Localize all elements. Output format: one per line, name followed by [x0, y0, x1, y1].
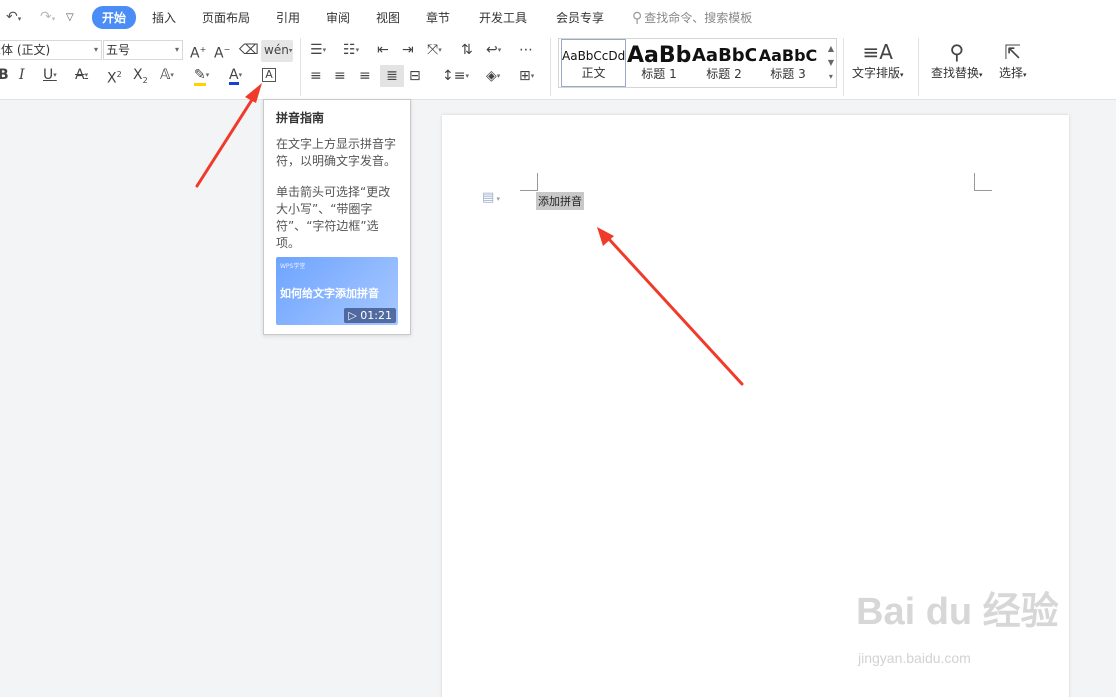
superscript-icon[interactable]: X2: [107, 67, 122, 87]
cursor-icon: ⇱: [1004, 40, 1022, 64]
chevron-down-icon: ▾: [174, 45, 179, 54]
subscript-icon[interactable]: X2: [133, 67, 148, 89]
baidu-jingyan-watermark: Bai du 经验: [856, 591, 1059, 633]
tab-review[interactable]: 审阅: [326, 9, 350, 26]
tutorial-video-thumbnail[interactable]: WPS学堂 如何给文字添加拼音 ▷ 01:21: [276, 257, 398, 325]
style-name: 正文: [581, 66, 606, 80]
pinyin-guide-tooltip: 拼音指南 在文字上方显示拼音字符，以明确文字发音。 单击箭头可选择“更改大小写”…: [263, 99, 411, 335]
text-layout-button[interactable]: ≡A 文字排版▾: [852, 40, 904, 81]
menu-bar: ↶▾ ↷▾ ▽ 开始 插入 页面布局 引用 审阅 视图 章节 开发工具 会员专享…: [0, 0, 1116, 34]
chinese-layout-icon[interactable]: ⤧▾: [427, 42, 442, 58]
underline-icon[interactable]: U▾: [43, 67, 57, 83]
sort-icon[interactable]: ⇅: [461, 42, 473, 58]
margin-corner-mark: [520, 173, 538, 191]
styles-scroll[interactable]: ▲ ▼ ▾: [828, 42, 834, 84]
strikethrough-icon[interactable]: A▾: [75, 67, 88, 83]
command-search[interactable]: ⚲ 查找命令、搜索模板: [632, 9, 752, 26]
grow-font-icon[interactable]: A+: [190, 42, 206, 62]
search-icon: ⚲: [632, 10, 643, 26]
video-brand: WPS学堂: [280, 263, 306, 270]
align-right-icon[interactable]: ≡: [359, 68, 371, 84]
tooltip-description: 单击箭头可选择“更改大小写”、“带圈字符”、“字符边框”选项。: [276, 185, 391, 250]
tab-view[interactable]: 视图: [376, 9, 400, 26]
pinyin-guide-icon: wén: [264, 43, 289, 57]
tab-stops-icon[interactable]: ⋯: [519, 42, 533, 58]
tab-sections[interactable]: 章节: [426, 9, 450, 26]
chevron-up-icon[interactable]: ▲: [828, 44, 834, 53]
font-size-value: 五号: [106, 43, 131, 57]
increase-indent-icon[interactable]: ⇥: [402, 42, 414, 58]
font-name-value: 宋体 (正文): [0, 43, 51, 57]
chevron-down-icon: ▾: [93, 45, 98, 54]
command-search-placeholder: 查找命令、搜索模板: [644, 11, 753, 25]
decrease-indent-icon[interactable]: ⇤: [377, 42, 389, 58]
style-heading-2[interactable]: AaBbC 标题 2: [692, 39, 756, 87]
font-color-icon[interactable]: A▾: [229, 67, 242, 85]
italic-icon[interactable]: I: [19, 67, 25, 83]
select-button[interactable]: ⇱ 选择▾: [999, 40, 1027, 81]
more-styles-icon[interactable]: ▾: [829, 72, 833, 81]
tooltip-description: 在文字上方显示拼音字符，以明确文字发音。: [276, 137, 397, 168]
redo-icon[interactable]: ↷▾: [40, 9, 55, 25]
numbered-list-icon[interactable]: ☷▾: [343, 42, 359, 58]
style-heading-3[interactable]: AaBbC 标题 3: [757, 39, 819, 87]
tab-home[interactable]: 开始: [92, 6, 137, 29]
show-marks-icon[interactable]: ↩▾: [486, 42, 501, 58]
justify-icon[interactable]: ≣: [380, 65, 404, 87]
align-left-icon[interactable]: ≡: [310, 68, 322, 84]
tooltip-title: 拼音指南: [276, 111, 325, 125]
styles-gallery: AaBbCcDd 正文 AaBb 标题 1 AaBbC 标题 2 AaBbC 标…: [558, 38, 837, 88]
select-label: 选择: [999, 66, 1024, 80]
distributed-align-icon[interactable]: ⊟: [409, 68, 421, 84]
shading-icon[interactable]: ◈▾: [486, 68, 500, 84]
line-spacing-icon[interactable]: ↕≡▾: [442, 68, 469, 84]
tab-insert[interactable]: 插入: [152, 9, 176, 26]
text-layout-icon: ≡A: [862, 40, 893, 64]
font-size-select[interactable]: 五号 ▾: [103, 40, 183, 60]
tab-page-layout[interactable]: 页面布局: [202, 9, 250, 26]
video-duration-text: 01:21: [360, 309, 392, 322]
paragraph-menu-icon[interactable]: ▤ ▾: [482, 190, 500, 205]
divider: [300, 38, 301, 96]
borders-icon[interactable]: ⊞▾: [519, 68, 534, 84]
undo-icon[interactable]: ↶▾: [6, 9, 21, 25]
align-center-icon[interactable]: ≡: [334, 68, 346, 84]
divider: [550, 38, 551, 96]
shrink-font-icon[interactable]: A−: [214, 42, 230, 62]
tab-developer[interactable]: 开发工具: [479, 9, 527, 26]
font-name-select[interactable]: 宋体 (正文) ▾: [0, 40, 102, 60]
style-sample: AaBbCcDd: [562, 49, 626, 63]
text-effect-icon[interactable]: 𝔸▾: [160, 67, 174, 83]
video-title: 如何给文字添加拼音: [280, 287, 379, 300]
bullet-list-icon[interactable]: ☰▾: [310, 42, 326, 58]
margin-corner-mark: [974, 173, 992, 191]
video-duration: ▷ 01:21: [344, 308, 396, 323]
highlight-icon[interactable]: ✎▾: [194, 67, 209, 86]
watermark-url: jingyan.baidu.com: [858, 650, 971, 666]
tab-references[interactable]: 引用: [276, 9, 300, 26]
chevron-down-icon[interactable]: ▼: [828, 58, 834, 67]
play-icon: ▷: [348, 309, 361, 322]
divider: [843, 38, 844, 96]
selected-text[interactable]: 添加拼音: [536, 192, 584, 210]
divider: [918, 38, 919, 96]
find-replace-button[interactable]: ⚲ 查找替换▾: [931, 40, 983, 81]
find-replace-label: 查找替换: [931, 66, 980, 80]
text-layout-label: 文字排版: [852, 66, 901, 80]
style-heading-1[interactable]: AaBb 标题 1: [627, 39, 691, 87]
style-normal[interactable]: AaBbCcDd 正文: [561, 39, 626, 87]
clear-format-icon[interactable]: ⌫: [239, 42, 259, 58]
character-border-icon[interactable]: A: [262, 68, 276, 82]
magnifier-icon: ⚲: [949, 40, 965, 64]
bold-icon[interactable]: B: [0, 67, 9, 83]
quick-access-dropdown-icon[interactable]: ▽: [66, 12, 74, 23]
tab-member[interactable]: 会员专享: [556, 9, 604, 26]
pinyin-guide-button[interactable]: wén▾: [261, 40, 293, 62]
